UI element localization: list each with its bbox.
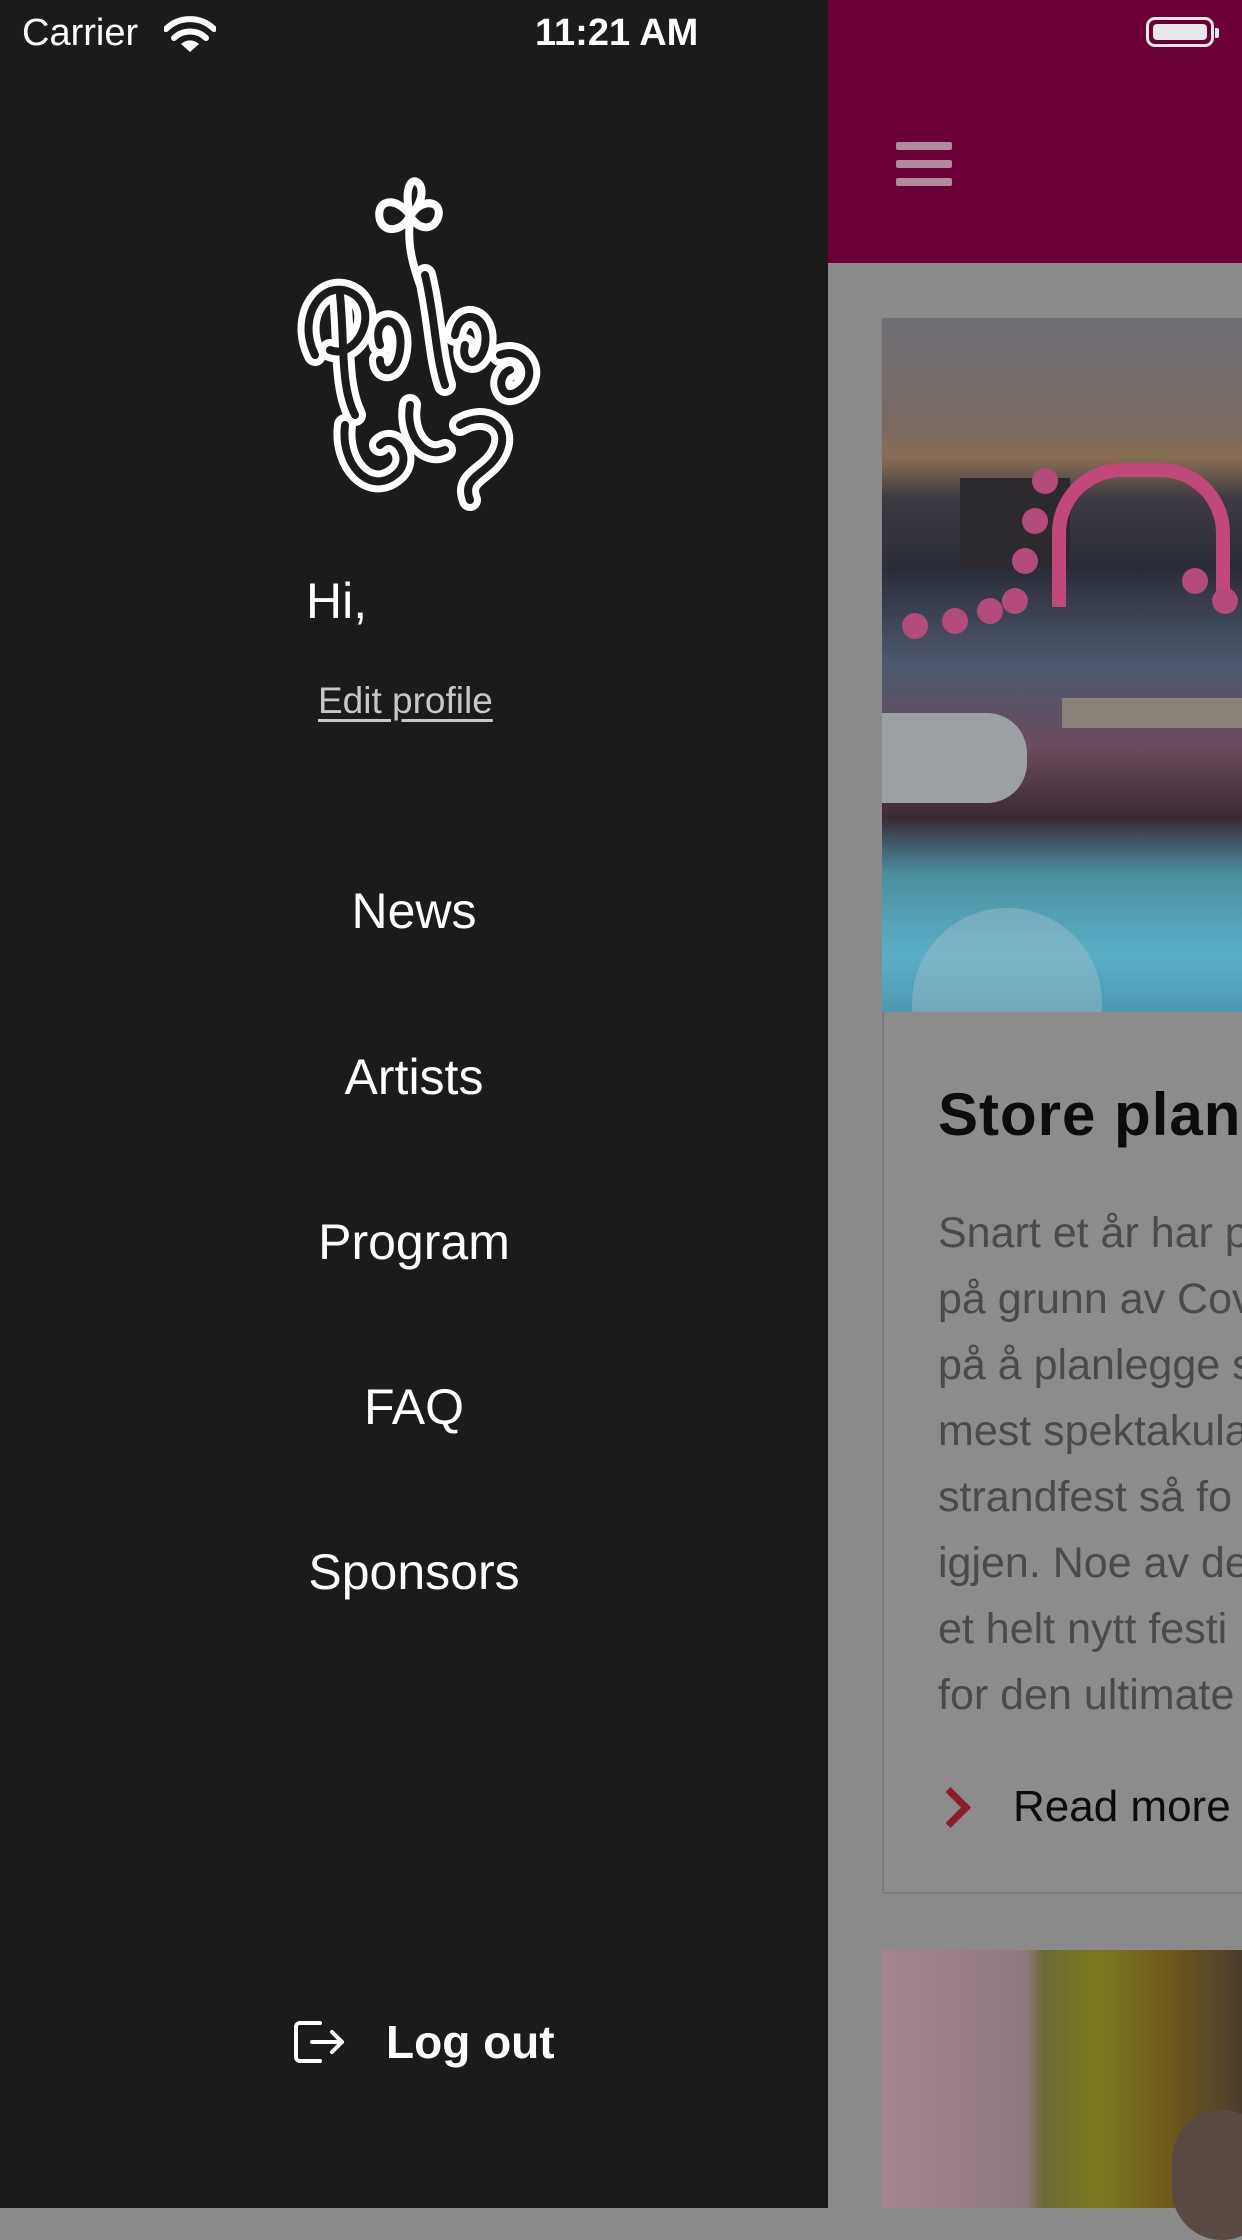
menu-item-faq[interactable]: FAQ — [0, 1378, 828, 1436]
status-time: 11:21 AM — [535, 12, 699, 54]
excerpt-line: for den ultimate — [938, 1671, 1235, 1719]
festival-logo — [297, 177, 541, 511]
news-card-image[interactable] — [882, 318, 1242, 1012]
greeting-text: Hi, — [306, 573, 368, 629]
read-more-link[interactable]: Read more — [929, 1782, 1231, 1832]
battery-icon — [1146, 17, 1219, 47]
excerpt-line: igjen. Noe av de — [938, 1539, 1242, 1587]
logout-icon — [294, 2021, 344, 2063]
wifi-icon — [164, 16, 216, 52]
status-bar: Carrier 11:21 AM — [0, 0, 828, 66]
news-card-image-2[interactable] — [882, 1950, 1242, 2240]
menu-item-program[interactable]: Program — [0, 1213, 828, 1271]
excerpt-line: på å planlegge s — [938, 1341, 1242, 1389]
menu-item-news[interactable]: News — [0, 882, 828, 940]
excerpt-line: Snart et år har p — [938, 1209, 1242, 1257]
read-more-label: Read more — [1013, 1782, 1231, 1831]
logout-label: Log out — [386, 2016, 555, 2068]
news-card-title[interactable]: Store plan — [938, 1080, 1241, 1149]
excerpt-line: et helt nytt festi — [938, 1605, 1228, 1653]
logout-button[interactable]: Log out — [292, 2015, 555, 2069]
excerpt-line: strandfest så fo — [938, 1473, 1232, 1521]
menu-item-sponsors[interactable]: Sponsors — [0, 1543, 828, 1601]
news-card-excerpt: Snart et år har p på grunn av Cov på å p… — [938, 1200, 1242, 1728]
edit-profile-link[interactable]: Edit profile — [318, 680, 493, 722]
excerpt-line: mest spektakula — [938, 1407, 1242, 1455]
carrier-label: Carrier — [22, 12, 139, 54]
excerpt-line: på grunn av Cov — [938, 1275, 1242, 1323]
menu-item-artists[interactable]: Artists — [0, 1048, 828, 1106]
hamburger-menu-icon[interactable] — [896, 142, 952, 186]
side-drawer: Carrier 11:21 AM Hi, Edit profile News A… — [0, 0, 828, 2208]
